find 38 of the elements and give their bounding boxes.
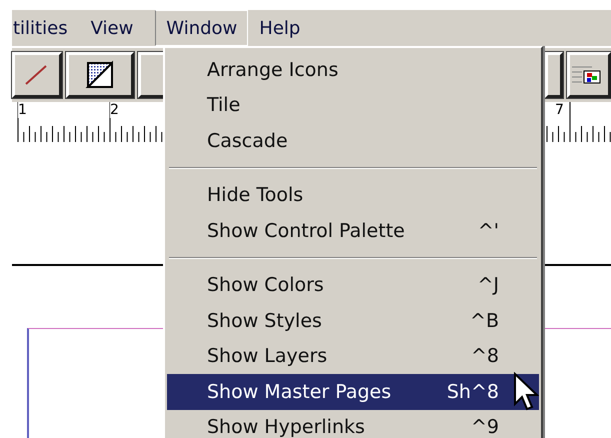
menu-item[interactable]: Show Control Palette ^' [167,213,539,248]
shortcut-label: ^' [478,220,499,242]
menu-item-label: Tile [207,94,242,116]
menu-item-label: Show Colors [207,274,325,296]
menu-item[interactable]: Tile [167,88,539,123]
menu-item-label: Show Control Palette [207,220,406,242]
toolbar-button[interactable] [66,52,134,98]
shortcut-label: Sh^8 [446,380,499,403]
menu-item[interactable]: Arrange Icons [167,52,539,88]
toolbar-button[interactable] [12,52,62,98]
menu-item-label: Hide Tools [207,184,304,206]
menu-title[interactable]: tilities [12,10,80,46]
menu-item-label: Show Master Pages [207,380,392,403]
toolbar-button[interactable] [567,52,611,98]
menu-item[interactable]: Cascade [167,123,539,158]
ruler-number: 2 [110,102,119,118]
menu-item-label: Show Layers [207,345,328,368]
menu-item-label: Show Styles [207,310,323,332]
menu-title[interactable]: Help [258,10,312,46]
menu-item[interactable]: Show Layers ^8 [167,338,539,374]
menu-item-label: Cascade [207,130,289,152]
menu-item-label: Arrange Icons [207,58,340,81]
mouse-pointer-icon [513,372,539,412]
menu-item[interactable]: Hide Tools [167,178,539,213]
menu-title[interactable]: Window [155,10,248,46]
menu-item[interactable]: Show Colors ^J [167,268,539,303]
shortcut-label: ^9 [470,416,499,438]
shortcut-label: ^8 [470,345,499,368]
menu-item[interactable]: Show Styles ^B [167,303,539,338]
shortcut-label: ^J [477,274,499,296]
shortcut-label: ^B [470,310,499,332]
menu-item[interactable]: Show Hyperlinks ^9 [167,410,539,438]
ruler-number: 1 [18,102,27,118]
menu-item[interactable]: Show Master Pages Sh^8 [167,374,539,410]
menu-title[interactable]: View [90,10,146,46]
fill-icon [85,60,115,90]
toolbar-button[interactable] [545,52,563,98]
menu-item-label: Show Hyperlinks [207,416,366,438]
